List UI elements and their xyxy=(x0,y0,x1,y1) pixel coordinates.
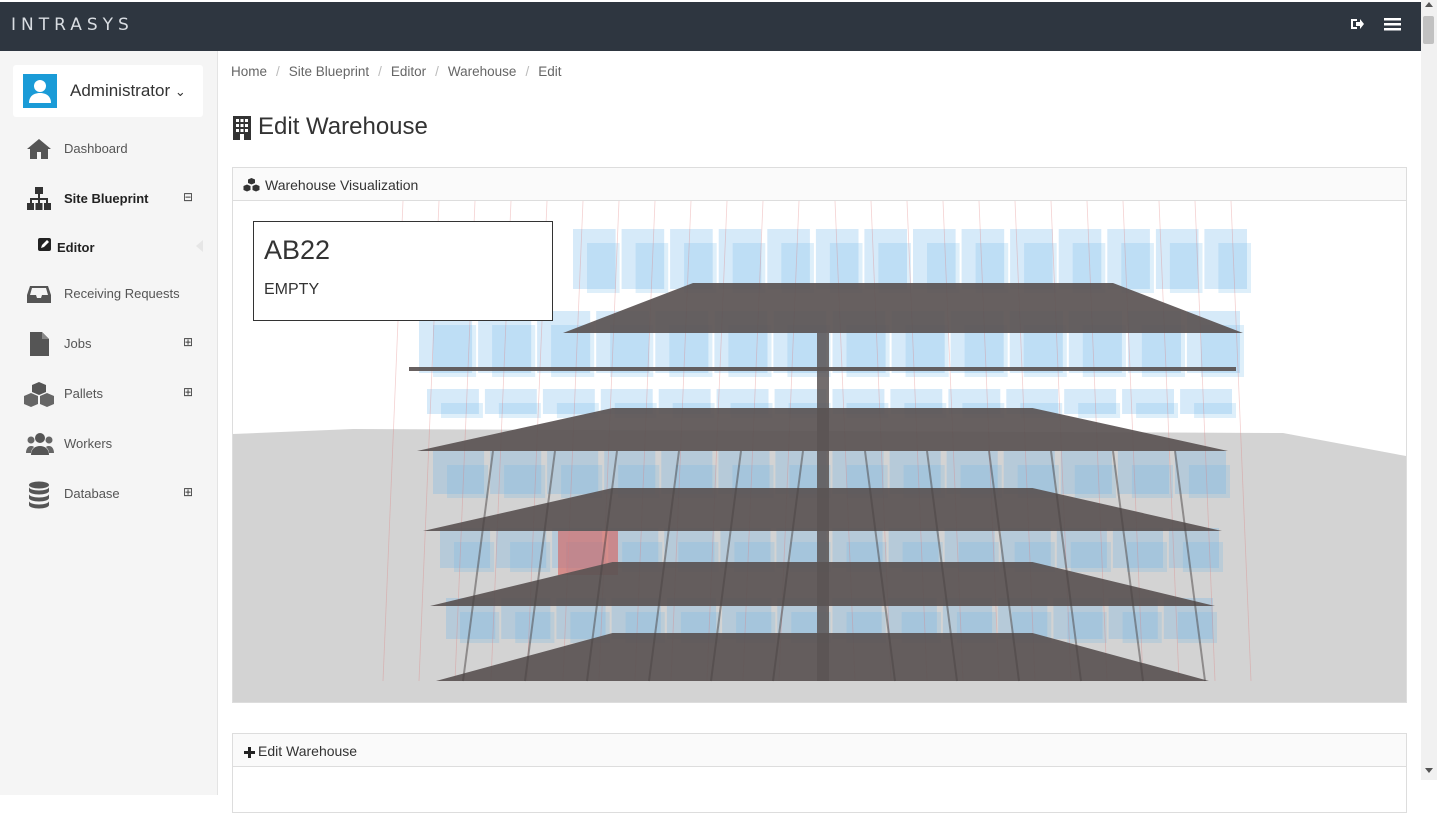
panel-title: Warehouse Visualization xyxy=(265,177,419,193)
sidebar-item-label: Site Blueprint xyxy=(64,191,149,206)
storage-box xyxy=(1131,465,1173,498)
storage-box xyxy=(1194,403,1236,418)
storage-box xyxy=(498,403,541,418)
sidebar-item-database[interactable]: Database ⊞ xyxy=(0,473,217,513)
storage-box xyxy=(1136,403,1178,418)
sidebar-item-label: Workers xyxy=(64,436,113,451)
warehouse-3d-canvas[interactable]: AB22 EMPTY xyxy=(233,201,1406,702)
inbox-icon xyxy=(26,281,52,307)
location-status: EMPTY xyxy=(264,281,320,298)
storage-box xyxy=(587,243,620,293)
hamburger-menu-icon[interactable] xyxy=(1384,16,1401,37)
sidebar-item-label: Editor xyxy=(57,240,95,255)
sidebar-item-label: Jobs xyxy=(64,336,92,351)
sidebar-item-dashboard[interactable]: Dashboard xyxy=(0,128,217,168)
sidebar-item-label: Pallets xyxy=(64,386,104,401)
panel-heading: Warehouse Visualization xyxy=(233,168,1406,201)
active-indicator xyxy=(196,240,203,252)
scroll-down-arrow[interactable] xyxy=(1425,768,1433,773)
cubes-icon xyxy=(23,381,55,407)
sidebar-item-editor[interactable]: Editor xyxy=(0,227,217,267)
breadcrumb-current: Edit xyxy=(538,64,562,79)
building-icon xyxy=(232,115,252,148)
sidebar-item-receiving-requests[interactable]: Receiving Requests xyxy=(0,273,217,313)
user-name: Administrator ⌄ xyxy=(70,81,186,100)
storage-box xyxy=(1122,612,1162,643)
top-navbar: INTRASYS xyxy=(0,0,1421,51)
storage-box xyxy=(441,403,483,418)
file-icon xyxy=(26,331,52,357)
edit-icon xyxy=(38,238,52,252)
app-logo[interactable]: INTRASYS xyxy=(11,15,134,35)
plus-icon xyxy=(244,745,255,761)
cubes-icon xyxy=(243,178,260,195)
sign-out-icon[interactable] xyxy=(1349,16,1365,37)
expand-icon[interactable]: ⊞ xyxy=(183,335,193,349)
user-menu[interactable]: Administrator ⌄ xyxy=(13,65,203,117)
rack-center-column xyxy=(817,333,829,681)
expand-icon[interactable]: ⊞ xyxy=(183,385,193,399)
location-code: AB22 xyxy=(264,235,331,265)
scroll-up-arrow[interactable] xyxy=(1425,2,1433,7)
breadcrumb-editor[interactable]: Editor xyxy=(391,64,426,79)
sidebar-item-jobs[interactable]: Jobs ⊞ xyxy=(0,323,217,363)
users-icon xyxy=(26,431,54,457)
breadcrumb-site-blueprint[interactable]: Site Blueprint xyxy=(289,64,369,79)
storage-box xyxy=(1078,403,1121,418)
location-info-box: AB22 EMPTY xyxy=(253,221,553,321)
panel-heading: Edit Warehouse xyxy=(233,734,1406,767)
sidebar-item-label: Dashboard xyxy=(64,141,128,156)
sidebar-item-label: Database xyxy=(64,486,120,501)
visualization-panel: Warehouse Visualization AB22 EMPTY xyxy=(232,167,1407,703)
breadcrumb: Home / Site Blueprint / Editor / Warehouse / Edi… xyxy=(231,64,562,79)
avatar xyxy=(23,74,57,108)
storage-box xyxy=(510,542,551,572)
breadcrumb-home[interactable]: Home xyxy=(231,64,267,79)
storage-box xyxy=(447,465,489,498)
edit-warehouse-panel: Edit Warehouse xyxy=(232,733,1407,813)
sidebar-item-site-blueprint[interactable]: Site Blueprint ⊟ xyxy=(0,178,217,218)
storage-box xyxy=(1126,542,1167,572)
scroll-thumb[interactable] xyxy=(1423,16,1434,44)
main-content: Home / Site Blueprint / Editor / Warehouse / Edi… xyxy=(218,51,1421,813)
collapse-icon[interactable]: ⊟ xyxy=(183,190,193,204)
chevron-down-icon: ⌄ xyxy=(174,84,186,99)
home-icon xyxy=(26,136,52,162)
sitemap-icon xyxy=(26,186,52,212)
page-scrollbar[interactable] xyxy=(1421,0,1437,780)
sidebar-item-workers[interactable]: Workers xyxy=(0,423,217,463)
storage-box xyxy=(504,465,546,498)
panel-title: Edit Warehouse xyxy=(258,743,358,759)
page-title-text: Edit Warehouse xyxy=(258,113,428,140)
database-icon xyxy=(26,481,52,509)
storage-box xyxy=(515,612,555,643)
storage-box xyxy=(1074,465,1116,498)
storage-box xyxy=(1188,465,1230,498)
storage-box xyxy=(1070,542,1111,572)
expand-icon[interactable]: ⊞ xyxy=(183,485,193,499)
sidebar: Administrator ⌄ Dashboard Site Blueprint… xyxy=(0,51,218,795)
breadcrumb-warehouse[interactable]: Warehouse xyxy=(448,64,517,79)
sidebar-item-pallets[interactable]: Pallets ⊞ xyxy=(0,373,217,413)
sidebar-item-label: Receiving Requests xyxy=(64,286,180,301)
